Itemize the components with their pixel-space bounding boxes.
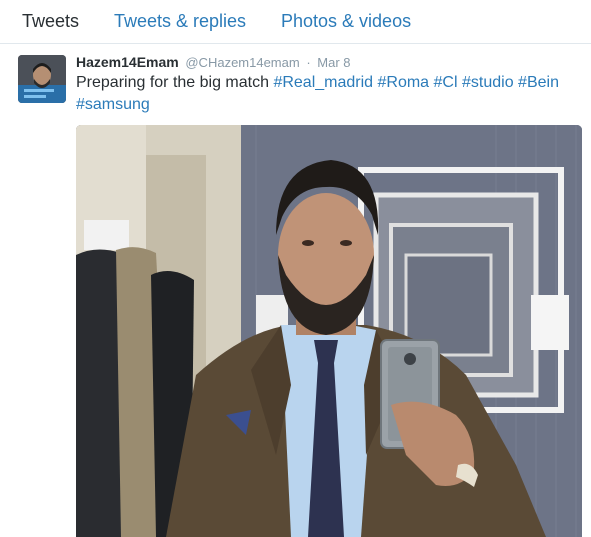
tweet-timestamp[interactable]: Mar 8 [317, 55, 350, 70]
separator-dot: · [306, 55, 311, 70]
hashtag-bein[interactable]: #Bein [518, 74, 559, 91]
user-avatar[interactable] [18, 55, 66, 103]
tweet[interactable]: Hazem14Emam @CHazem14emam · Mar 8 Prepar… [0, 45, 591, 537]
hashtag-samsung[interactable]: #samsung [76, 96, 150, 113]
tab-photos-and-videos[interactable]: Photos & videos [281, 11, 411, 32]
selfie-photo [76, 125, 582, 537]
user-fullname[interactable]: Hazem14Emam [76, 54, 179, 70]
hashtag-studio[interactable]: #studio [462, 74, 514, 91]
tweet-text-plain: Preparing for the big match [76, 74, 274, 91]
tab-tweets-and-replies[interactable]: Tweets & replies [114, 11, 246, 32]
profile-tabs: Tweets Tweets & replies Photos & videos [0, 0, 591, 44]
tab-tweets[interactable]: Tweets [22, 11, 79, 32]
hashtag-real-madrid[interactable]: #Real_madrid [273, 74, 373, 91]
hashtag-roma[interactable]: #Roma [378, 74, 430, 91]
hashtag-cl[interactable]: #Cl [434, 74, 458, 91]
tweet-text: Preparing for the big match #Real_madrid… [76, 72, 576, 116]
avatar-image [18, 55, 66, 103]
tweet-photo[interactable] [76, 125, 582, 537]
tweet-header: Hazem14Emam @CHazem14emam · Mar 8 [76, 54, 351, 70]
user-handle[interactable]: @CHazem14emam [185, 55, 299, 70]
